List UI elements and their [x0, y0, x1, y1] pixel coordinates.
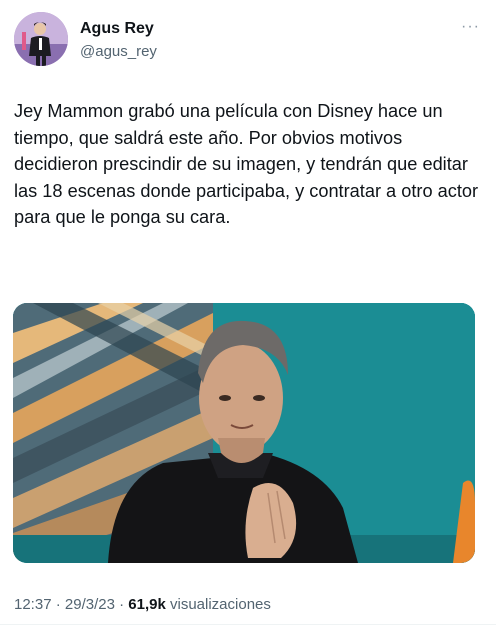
- tweet-text: Jey Mammon grabó una película con Disney…: [14, 101, 479, 227]
- tweet-metadata: 12:37 · 29/3/23 · 61,9k visualizaciones: [14, 596, 271, 613]
- tweet-date[interactable]: 29/3/23: [65, 596, 115, 613]
- meta-separator-2: ·: [114, 596, 129, 613]
- meta-separator: ·: [51, 596, 65, 613]
- tweet-media-image[interactable]: [13, 303, 475, 563]
- profile-photo-icon: [14, 12, 68, 66]
- views-count: 61,9k: [128, 596, 166, 613]
- media-photo: [13, 303, 475, 563]
- tweet-header: Agus Rey @agus_rey ···: [14, 12, 482, 68]
- more-options-icon[interactable]: ···: [461, 18, 480, 36]
- user-display-name[interactable]: Agus Rey: [80, 20, 154, 38]
- tweet-time[interactable]: 12:37: [14, 596, 52, 613]
- divider: [0, 624, 496, 625]
- user-handle[interactable]: @agus_rey: [80, 43, 157, 60]
- views-label: visualizaciones: [170, 596, 271, 613]
- avatar[interactable]: [14, 12, 68, 66]
